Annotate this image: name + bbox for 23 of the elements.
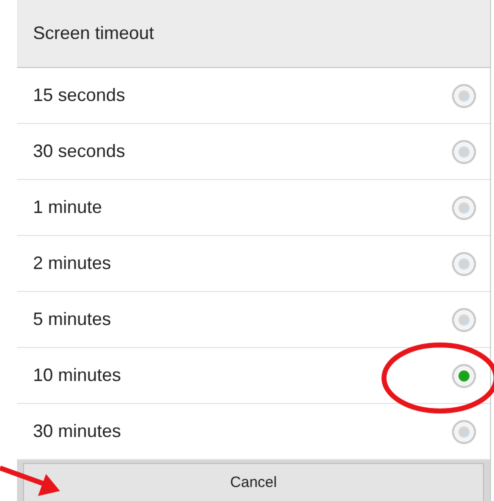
- option-row[interactable]: 10 minutes: [17, 348, 490, 404]
- option-label: 30 seconds: [33, 140, 126, 163]
- option-label: 2 minutes: [33, 252, 112, 275]
- option-label: 15 seconds: [33, 84, 126, 107]
- option-label: 5 minutes: [33, 308, 112, 331]
- dialog-title: Screen timeout: [33, 22, 154, 45]
- annotation-arrow: [0, 466, 60, 496]
- cancel-button[interactable]: Cancel: [23, 463, 484, 501]
- radio-button[interactable]: [451, 418, 477, 444]
- option-row[interactable]: 1 minute: [17, 180, 490, 236]
- radio-button[interactable]: [451, 306, 477, 332]
- radio-button[interactable]: [451, 138, 477, 164]
- radio-button[interactable]: [451, 250, 477, 276]
- radio-button[interactable]: [451, 194, 477, 220]
- option-row[interactable]: 2 minutes: [17, 236, 490, 292]
- option-label: 10 minutes: [33, 364, 122, 387]
- option-row[interactable]: 5 minutes: [17, 292, 490, 348]
- option-label: 1 minute: [33, 196, 102, 219]
- option-row[interactable]: 15 seconds: [17, 68, 490, 124]
- radio-button[interactable]: [451, 362, 477, 388]
- option-label: 30 minutes: [33, 420, 122, 443]
- option-row[interactable]: 30 seconds: [17, 124, 490, 180]
- radio-button[interactable]: [451, 82, 477, 108]
